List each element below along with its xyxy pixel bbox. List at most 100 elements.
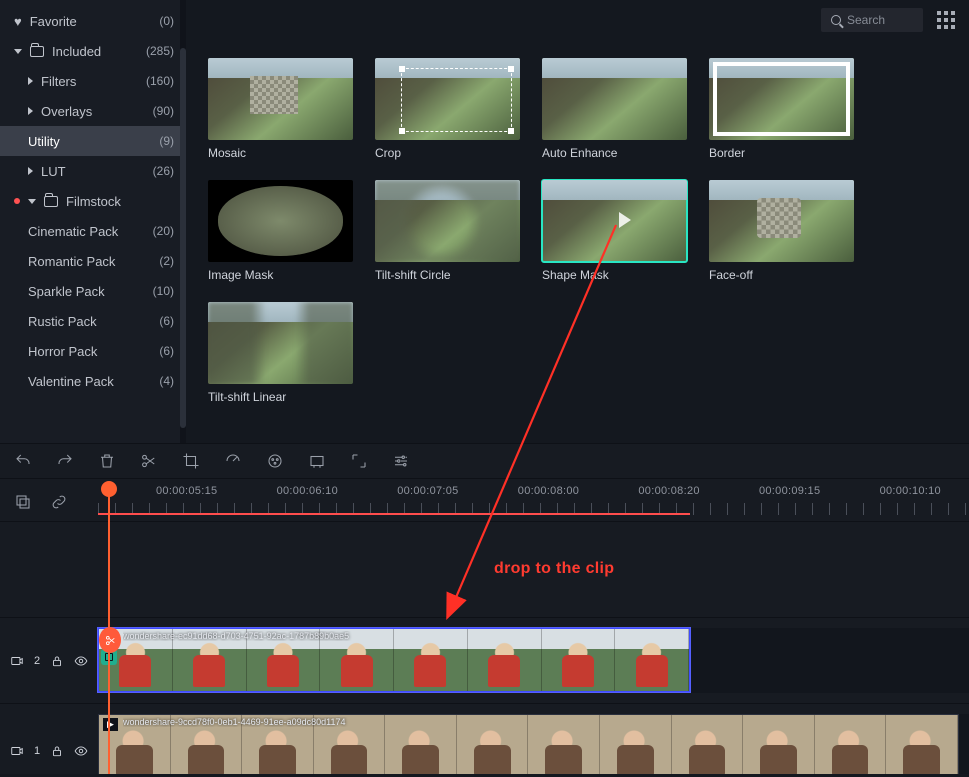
- sidebar-item-label: Romantic Pack: [28, 254, 115, 269]
- effect-label: Image Mask: [208, 268, 353, 282]
- effect-label: Tilt-shift Circle: [375, 268, 520, 282]
- sidebar-item-sparkle-pack[interactable]: Sparkle Pack (10): [0, 276, 186, 306]
- delete-button[interactable]: [98, 452, 116, 470]
- search-input[interactable]: Search: [821, 8, 923, 32]
- effect-preview: [208, 180, 353, 262]
- video-track-icon: [10, 744, 24, 758]
- video-track-icon: [10, 654, 24, 668]
- effect-label: Crop: [375, 146, 520, 160]
- apps-grid-button[interactable]: [937, 11, 955, 29]
- effects-sidebar: ♥Favorite (0) Included (285) Filters (16…: [0, 0, 186, 443]
- track-number: 1: [34, 745, 40, 757]
- sidebar-item-horror-pack[interactable]: Horror Pack (6): [0, 336, 186, 366]
- settings-button[interactable]: [392, 452, 410, 470]
- sidebar-item-label: Overlays: [41, 104, 92, 119]
- undo-button[interactable]: [14, 452, 32, 470]
- sidebar-item-label: LUT: [41, 164, 66, 179]
- search-icon: [831, 15, 841, 25]
- sidebar-item-utility[interactable]: Utility (9): [0, 126, 186, 156]
- track-number: 2: [34, 655, 40, 667]
- effect-preview: [542, 180, 687, 262]
- sidebar-item-cinematic-pack[interactable]: Cinematic Pack (20): [0, 216, 186, 246]
- time-ruler[interactable]: 00:00:05:15 00:00:06:10 00:00:07:05 00:0…: [98, 485, 969, 515]
- eye-icon[interactable]: [74, 744, 88, 758]
- sidebar-item-filmstock[interactable]: Filmstock: [0, 186, 186, 216]
- sidebar-item-label: Cinematic Pack: [28, 224, 118, 239]
- ruler-label: 00:00:09:15: [759, 485, 820, 497]
- effect-thumb-mosaic[interactable]: Mosaic: [208, 58, 353, 160]
- track-video-1[interactable]: 1 ▶ wondershare-9ccd78f0-0eb1-4469-91ee-…: [0, 703, 969, 774]
- sidebar-item-label: Filmstock: [66, 194, 121, 209]
- clip-track1[interactable]: ▶ wondershare-9ccd78f0-0eb1-4469-91ee-a0…: [98, 714, 959, 774]
- effect-preview: [208, 302, 353, 384]
- sidebar-item-count: (2): [159, 254, 174, 268]
- status-dot-icon: [14, 198, 20, 204]
- effect-thumb-crop[interactable]: Crop: [375, 58, 520, 160]
- speed-button[interactable]: [224, 452, 242, 470]
- effect-preview: [709, 180, 854, 262]
- sidebar-item-count: (10): [153, 284, 174, 298]
- effect-thumb-tilt-shift-circle[interactable]: Tilt-shift Circle: [375, 180, 520, 282]
- effect-thumb-face-off[interactable]: Face-off: [709, 180, 854, 282]
- green-screen-button[interactable]: [308, 452, 326, 470]
- eye-icon[interactable]: [74, 654, 88, 668]
- redo-button[interactable]: [56, 452, 74, 470]
- effects-gallery: Search Mosaic Crop Auto Enhance: [186, 0, 969, 443]
- sidebar-item-lut[interactable]: LUT (26): [0, 156, 186, 186]
- sidebar-item-favorite[interactable]: ♥Favorite (0): [0, 6, 186, 36]
- clip-label: wondershare-9ccd78f0-0eb1-4469-91ee-a09d…: [123, 717, 954, 727]
- lock-icon[interactable]: [50, 744, 64, 758]
- ruler-range: [98, 513, 690, 515]
- effect-preview: [375, 180, 520, 262]
- chevron-down-icon: [28, 199, 36, 204]
- sidebar-item-count: (6): [159, 314, 174, 328]
- effect-label: Auto Enhance: [542, 146, 687, 160]
- chevron-right-icon: [28, 77, 33, 85]
- sidebar-item-count: (285): [146, 44, 174, 58]
- color-button[interactable]: [266, 452, 284, 470]
- chevron-right-icon: [28, 167, 33, 175]
- sidebar-item-count: (26): [153, 164, 174, 178]
- effect-label: Face-off: [709, 268, 854, 282]
- sidebar-item-count: (6): [159, 344, 174, 358]
- ruler-label: 00:00:08:00: [518, 485, 579, 497]
- sidebar-item-label: Utility: [28, 134, 60, 149]
- effect-thumb-border[interactable]: Border: [709, 58, 854, 160]
- chevron-down-icon: [14, 49, 22, 54]
- play-icon: [619, 212, 631, 228]
- sidebar-item-label: Rustic Pack: [28, 314, 97, 329]
- sidebar-item-romantic-pack[interactable]: Romantic Pack (2): [0, 246, 186, 276]
- ruler-label: 00:00:05:15: [156, 485, 217, 497]
- effect-label: Mosaic: [208, 146, 353, 160]
- ruler-label: 00:00:07:05: [397, 485, 458, 497]
- split-button[interactable]: [140, 452, 158, 470]
- sidebar-item-label: Valentine Pack: [28, 374, 114, 389]
- sidebar-item-label: Favorite: [30, 14, 77, 29]
- effect-thumb-tilt-shift-linear[interactable]: Tilt-shift Linear: [208, 302, 353, 404]
- effect-thumb-shape-mask[interactable]: Shape Mask: [542, 180, 687, 282]
- expand-button[interactable]: [350, 452, 368, 470]
- search-placeholder: Search: [847, 13, 885, 27]
- sidebar-item-count: (160): [146, 74, 174, 88]
- effect-thumb-auto-enhance[interactable]: Auto Enhance: [542, 58, 687, 160]
- link-button[interactable]: [50, 493, 68, 511]
- sidebar-item-included[interactable]: Included (285): [0, 36, 186, 66]
- effect-thumb-image-mask[interactable]: Image Mask: [208, 180, 353, 282]
- split-marker[interactable]: [99, 627, 121, 653]
- clip-track2[interactable]: ▶ wondershare-ec91dd68-d703-4751-92ac-17…: [98, 628, 690, 692]
- sidebar-item-valentine-pack[interactable]: Valentine Pack (4): [0, 366, 186, 396]
- sidebar-item-count: (20): [153, 224, 174, 238]
- add-marker-button[interactable]: [14, 493, 32, 511]
- crop-button[interactable]: [182, 452, 200, 470]
- clip-type-icon: ▶: [103, 718, 118, 731]
- sidebar-item-count: (0): [159, 14, 174, 28]
- track-video-2[interactable]: 2 ▶ wondershare-ec91dd68-d703-4751-92ac-…: [0, 617, 969, 703]
- lock-icon[interactable]: [50, 654, 64, 668]
- timeline-toolbar: [0, 443, 969, 479]
- effect-preview: [375, 58, 520, 140]
- sidebar-item-rustic-pack[interactable]: Rustic Pack (6): [0, 306, 186, 336]
- ruler-label: 00:00:06:10: [277, 485, 338, 497]
- folder-icon: [44, 196, 58, 207]
- sidebar-item-filters[interactable]: Filters (160): [0, 66, 186, 96]
- sidebar-item-overlays[interactable]: Overlays (90): [0, 96, 186, 126]
